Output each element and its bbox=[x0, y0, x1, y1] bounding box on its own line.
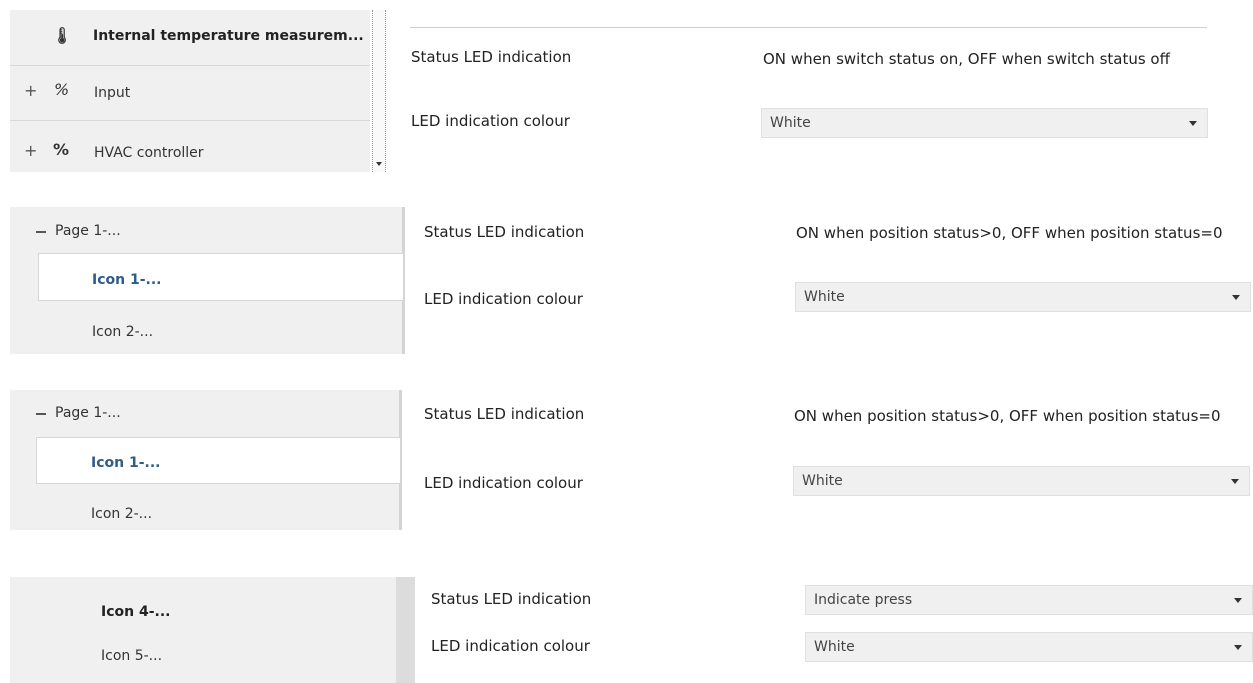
status-led-indication-label: Status LED indication bbox=[424, 405, 585, 423]
section1-tree-scrollbar[interactable] bbox=[372, 10, 386, 172]
status-led-indication-label: Status LED indication bbox=[424, 223, 585, 241]
tree-item-input[interactable]: Input bbox=[94, 85, 130, 101]
tree-item-icon-1[interactable]: Icon 1-... bbox=[91, 455, 160, 471]
status-led-indication-label: Status LED indication bbox=[431, 590, 592, 608]
status-led-indication-dropdown[interactable]: Indicate press bbox=[805, 585, 1253, 615]
tree-item-icon-2[interactable]: Icon 2-... bbox=[91, 506, 152, 522]
dropdown-value: White bbox=[804, 289, 845, 305]
chevron-down-icon bbox=[1232, 295, 1240, 300]
led-indication-colour-dropdown[interactable]: White bbox=[793, 466, 1250, 496]
led-indication-colour-dropdown[interactable]: White bbox=[761, 108, 1208, 138]
tree-item-page-1[interactable]: Page 1-... bbox=[55, 405, 121, 421]
expand-plus-icon[interactable]: + bbox=[24, 81, 37, 100]
led-indication-colour-dropdown[interactable]: White bbox=[805, 632, 1253, 662]
led-indication-colour-dropdown[interactable]: White bbox=[795, 282, 1251, 312]
section4-tree-panel bbox=[10, 577, 415, 683]
dropdown-value: White bbox=[770, 115, 811, 131]
tree-item-icon-1[interactable]: Icon 1-... bbox=[92, 272, 161, 288]
hvac-icon: % bbox=[53, 140, 70, 159]
led-indication-colour-label: LED indication colour bbox=[424, 474, 583, 492]
status-led-indication-value: ON when position status>0, OFF when posi… bbox=[796, 224, 1223, 242]
scroll-down-arrow-icon[interactable] bbox=[376, 162, 382, 166]
status-led-indication-label: Status LED indication bbox=[411, 48, 572, 66]
section1-tree-divider bbox=[10, 120, 370, 121]
chevron-down-icon bbox=[1231, 479, 1239, 484]
led-indication-colour-label: LED indication colour bbox=[431, 637, 590, 655]
led-indication-colour-label: LED indication colour bbox=[424, 290, 583, 308]
expand-plus-icon[interactable]: + bbox=[24, 141, 37, 160]
tree-item-icon-4[interactable]: Icon 4-... bbox=[101, 604, 170, 620]
section1-tree-divider bbox=[10, 65, 370, 66]
section1-top-rule bbox=[410, 27, 1207, 28]
tree-item-internal-temperature[interactable]: Internal temperature measurem... bbox=[93, 28, 364, 44]
dropdown-value: Indicate press bbox=[814, 592, 913, 608]
tree-item-icon-2[interactable]: Icon 2-... bbox=[92, 324, 153, 340]
section4-panel-divider[interactable] bbox=[396, 577, 415, 683]
input-icon: % bbox=[54, 80, 70, 99]
collapse-minus-icon[interactable] bbox=[36, 413, 46, 415]
dropdown-value: White bbox=[814, 639, 855, 655]
tree-item-hvac-controller[interactable]: HVAC controller bbox=[94, 145, 204, 161]
status-led-indication-value: ON when switch status on, OFF when switc… bbox=[763, 50, 1170, 68]
led-indication-colour-label: LED indication colour bbox=[411, 112, 570, 130]
dropdown-value: White bbox=[802, 473, 843, 489]
chevron-down-icon bbox=[1234, 598, 1242, 603]
collapse-minus-icon[interactable] bbox=[36, 231, 46, 233]
status-led-indication-value: ON when position status>0, OFF when posi… bbox=[794, 407, 1221, 425]
tree-item-icon-5[interactable]: Icon 5-... bbox=[101, 648, 162, 664]
chevron-down-icon bbox=[1234, 645, 1242, 650]
thermometer-icon: 🌡︎ bbox=[52, 26, 73, 45]
tree-item-page-1[interactable]: Page 1-... bbox=[55, 223, 121, 239]
chevron-down-icon bbox=[1189, 121, 1197, 126]
